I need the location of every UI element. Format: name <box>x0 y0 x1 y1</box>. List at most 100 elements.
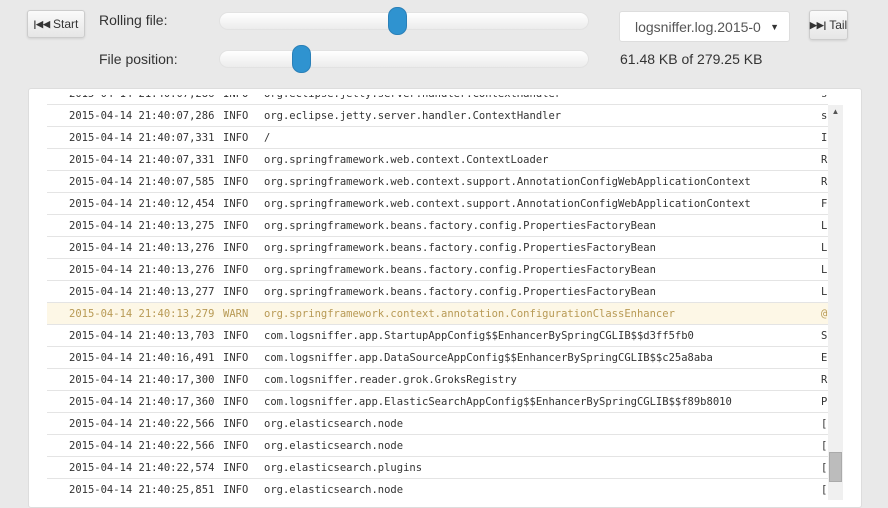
log-row[interactable]: 2015-04-14 21:40:07,286 INFO org.eclipse.j… <box>47 95 828 105</box>
log-timestamp: 2015-04-14 21:40:22,566 <box>69 440 215 452</box>
skip-back-icon: |◀◀ <box>33 18 51 29</box>
log-viewer[interactable]: 2015-04-14 21:40:07,286 INFO org.eclipse.j… <box>47 95 828 500</box>
file-position-label: File position: <box>99 51 178 67</box>
log-level: INFO <box>223 95 248 105</box>
log-row[interactable]: 2015-04-14 21:40:16,491 INFO com.logsniffe… <box>47 347 828 369</box>
log-level: INFO <box>223 484 249 496</box>
log-message: L <box>821 242 828 254</box>
log-logger: org.springframework.web.context.ContextL… <box>264 154 549 166</box>
log-timestamp: 2015-04-14 21:40:13,703 <box>69 330 215 342</box>
log-logger: com.logsniffer.reader.grok.GroksRegistry <box>264 374 517 386</box>
rolling-file-slider-handle[interactable] <box>387 7 407 35</box>
log-logger: org.elasticsearch.node <box>264 440 404 452</box>
log-row[interactable]: 2015-04-14 21:40:25,851 INFO org.elasticse… <box>47 479 828 500</box>
log-timestamp: 2015-04-14 21:40:17,360 <box>69 396 215 408</box>
log-level: INFO <box>223 418 249 430</box>
log-timestamp: 2015-04-14 21:40:07,331 <box>69 132 215 144</box>
log-logger: org.springframework.web.context.support.… <box>264 198 751 210</box>
log-level: INFO <box>223 176 249 188</box>
log-timestamp: 2015-04-14 21:40:07,286 <box>69 95 214 105</box>
log-logger: org.springframework.beans.factory.config… <box>264 242 656 254</box>
log-row[interactable]: 2015-04-14 21:40:12,454 INFO org.springfra… <box>47 193 828 215</box>
log-row[interactable]: 2015-04-14 21:40:13,277 INFO org.springfra… <box>47 281 828 303</box>
log-level: INFO <box>223 242 249 254</box>
log-timestamp: 2015-04-14 21:40:12,454 <box>69 198 215 210</box>
log-message: E <box>821 352 828 364</box>
start-button[interactable]: |◀◀ Start <box>27 10 85 38</box>
log-row[interactable]: 2015-04-14 21:40:22,566 INFO org.elasticse… <box>47 435 828 457</box>
log-message: s <box>821 110 828 122</box>
rolling-file-label: Rolling file: <box>99 12 168 28</box>
log-row[interactable]: 2015-04-14 21:40:17,300 INFO com.logsniffe… <box>47 369 828 391</box>
log-row[interactable]: 2015-04-14 21:40:13,279 WARN org.springfra… <box>47 303 828 325</box>
log-logger: org.springframework.beans.factory.config… <box>264 264 656 276</box>
log-level: INFO <box>223 220 249 232</box>
log-logger: org.elasticsearch.node <box>264 484 404 496</box>
log-message: S <box>821 330 828 342</box>
log-logger: org.eclipse.jetty.server.handler.Context… <box>264 95 561 105</box>
log-row[interactable]: 2015-04-14 21:40:07,331 INFO / I <box>47 127 828 149</box>
log-logger: org.springframework.beans.factory.config… <box>264 220 656 232</box>
log-file-select[interactable]: logsniffer.log.2015-0 ▼ <box>619 11 790 42</box>
log-row[interactable]: 2015-04-14 21:40:13,276 INFO org.springfra… <box>47 237 828 259</box>
log-level: INFO <box>223 374 249 386</box>
log-timestamp: 2015-04-14 21:40:07,331 <box>69 154 215 166</box>
skip-forward-icon: ▶▶| <box>809 19 827 30</box>
log-logger: / <box>264 132 271 144</box>
log-logger: com.logsniffer.app.StartupAppConfig$$Enh… <box>264 330 694 342</box>
log-level: INFO <box>223 352 249 364</box>
log-logger: org.springframework.web.context.support.… <box>264 176 751 188</box>
log-row[interactable]: 2015-04-14 21:40:13,276 INFO org.springfra… <box>47 259 828 281</box>
tail-button[interactable]: ▶▶| Tail <box>809 10 848 40</box>
log-message: [ <box>821 440 828 452</box>
file-position-slider[interactable] <box>219 45 589 73</box>
log-scrollbar[interactable]: ▲ <box>828 105 843 500</box>
log-timestamp: 2015-04-14 21:40:13,277 <box>69 286 215 298</box>
log-message: s <box>821 95 827 105</box>
selected-file: logsniffer.log.2015-0 <box>635 18 761 35</box>
log-message: L <box>821 264 828 276</box>
log-level: INFO <box>223 440 249 452</box>
log-message: F <box>821 198 828 210</box>
log-row[interactable]: 2015-04-14 21:40:17,360 INFO com.logsniffe… <box>47 391 828 413</box>
rolling-file-slider[interactable] <box>219 7 589 35</box>
log-level: INFO <box>223 132 249 144</box>
log-level: INFO <box>223 286 249 298</box>
log-level: INFO <box>223 396 249 408</box>
log-row[interactable]: 2015-04-14 21:40:22,566 INFO org.elasticse… <box>47 413 828 435</box>
tail-label: Tail <box>829 18 848 32</box>
log-message: @ <box>821 308 828 320</box>
log-row[interactable]: 2015-04-14 21:40:13,703 INFO com.logsniffe… <box>47 325 828 347</box>
log-logger: org.springframework.beans.factory.config… <box>264 286 656 298</box>
log-level: INFO <box>223 154 249 166</box>
log-timestamp: 2015-04-14 21:40:13,279 <box>69 308 215 320</box>
log-level: INFO <box>223 264 249 276</box>
log-timestamp: 2015-04-14 21:40:13,276 <box>69 242 215 254</box>
log-row[interactable]: 2015-04-14 21:40:13,275 INFO org.springfra… <box>47 215 828 237</box>
log-message: [ <box>821 462 828 474</box>
log-message: R <box>821 154 828 166</box>
log-level: INFO <box>223 330 249 342</box>
log-row[interactable]: 2015-04-14 21:40:22,574 INFO org.elasticse… <box>47 457 828 479</box>
file-position-slider-handle[interactable] <box>291 45 311 73</box>
log-logger: org.springframework.context.annotation.C… <box>264 308 675 320</box>
log-message: [ <box>821 484 828 496</box>
log-timestamp: 2015-04-14 21:40:25,851 <box>69 484 215 496</box>
log-level: WARN <box>223 308 249 320</box>
scrollbar-thumb[interactable] <box>829 452 842 483</box>
log-logger: org.elasticsearch.node <box>264 418 404 430</box>
log-message: L <box>821 220 828 232</box>
log-logger: com.logsniffer.app.ElasticSearchAppConfi… <box>264 396 732 408</box>
log-row[interactable]: 2015-04-14 21:40:07,585 INFO org.springfra… <box>47 171 828 193</box>
file-position-text: 61.48 KB of 279.25 KB <box>620 51 763 67</box>
scroll-up-icon[interactable]: ▲ <box>828 105 843 119</box>
log-logger: com.logsniffer.app.DataSourceAppConfig$$… <box>264 352 713 364</box>
log-timestamp: 2015-04-14 21:40:13,276 <box>69 264 215 276</box>
log-message: I <box>821 132 828 144</box>
log-row[interactable]: 2015-04-14 21:40:07,286 INFO org.eclipse.j… <box>47 105 828 127</box>
log-row[interactable]: 2015-04-14 21:40:07,331 INFO org.springfra… <box>47 149 828 171</box>
log-message: L <box>821 286 828 298</box>
caret-down-icon: ▼ <box>770 21 779 32</box>
log-level: INFO <box>223 110 249 122</box>
log-level: INFO <box>223 462 249 474</box>
